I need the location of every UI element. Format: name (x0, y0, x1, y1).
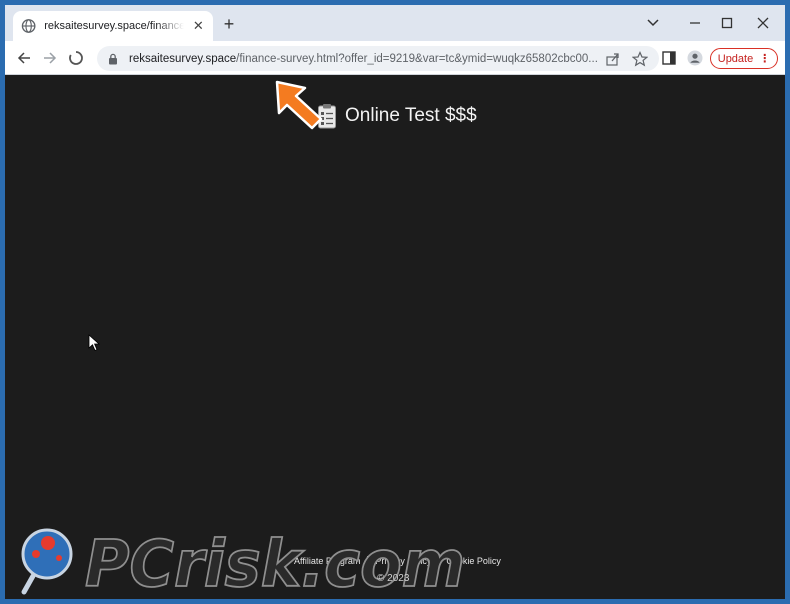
forward-arrow-icon (44, 52, 57, 64)
bookmark-star-icon[interactable] (632, 51, 648, 67)
mouse-cursor-icon (88, 334, 100, 352)
watermark-brand-text: PCrisk.com (85, 528, 465, 598)
forward-button[interactable] (41, 49, 59, 67)
url-text[interactable]: reksaitesurvey.space/finance-survey.html… (129, 53, 599, 65)
globe-icon (21, 19, 36, 33)
tab-close-icon[interactable]: ✕ (192, 18, 205, 34)
side-panel-icon[interactable] (661, 50, 677, 66)
magnifier-logo-icon (21, 528, 73, 595)
tab-strip: reksaitesurvey.space/finance-survey.html… (5, 5, 785, 41)
url-host: reksaitesurvey.space (129, 52, 237, 65)
address-bar[interactable]: reksaitesurvey.space/finance-survey.html… (97, 46, 659, 71)
page-title: Online Test $$$ (345, 105, 477, 126)
share-icon[interactable] (605, 51, 621, 67)
lock-icon[interactable] (107, 53, 119, 65)
close-window-icon[interactable] (753, 13, 773, 33)
new-tab-button[interactable]: + (219, 15, 239, 35)
page-heading: Online Test $$$ (317, 103, 477, 129)
page-content: Online Test $$$ Affiliate Program Privac… (5, 76, 785, 599)
minimize-icon[interactable] (685, 13, 705, 33)
browser-tab[interactable]: reksaitesurvey.space/finance-survey.html… (13, 11, 213, 41)
back-arrow-icon (17, 52, 30, 64)
maximize-icon[interactable] (717, 13, 737, 33)
loading-spinner-icon (69, 51, 83, 65)
browser-window: reksaitesurvey.space/finance-survey.html… (5, 5, 785, 599)
back-button[interactable] (15, 49, 33, 67)
copyright-text: © 2023 (377, 573, 410, 584)
menu-dots-icon: ⋮ (759, 53, 771, 65)
tab-title: reksaitesurvey.space/finance-survey.html (44, 20, 184, 32)
pcrisk-watermark: PCrisk.com (21, 527, 466, 598)
stop-loading-button[interactable] (67, 49, 85, 67)
profile-avatar-icon[interactable] (687, 50, 703, 66)
tab-search-icon[interactable] (643, 13, 663, 33)
browser-toolbar: reksaitesurvey.space/finance-survey.html… (5, 41, 785, 75)
update-button[interactable]: Update ⋮ (710, 48, 778, 69)
update-label: Update (717, 52, 754, 65)
annotation-arrow-icon (275, 80, 323, 130)
url-path: /finance-survey.html?offer_id=9219&var=t… (236, 52, 598, 65)
